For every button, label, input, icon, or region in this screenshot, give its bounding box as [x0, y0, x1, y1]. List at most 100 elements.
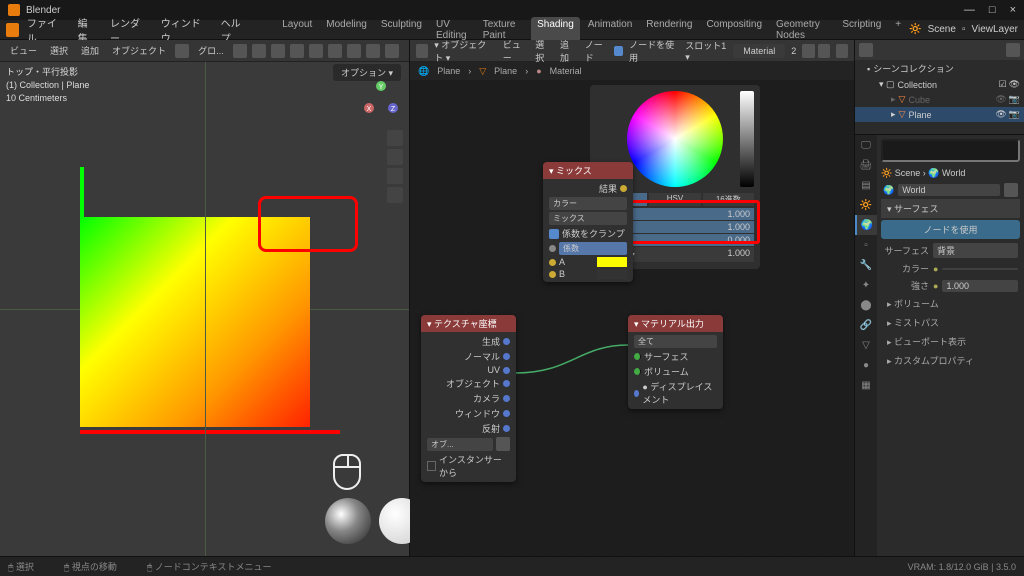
socket-uv[interactable]	[503, 367, 510, 374]
ptab-scene[interactable]: 🔆	[855, 195, 877, 215]
world-datablock[interactable]: World	[898, 184, 1000, 196]
sh-menu-node[interactable]: ノード	[582, 37, 612, 65]
use-nodes-check[interactable]	[614, 46, 623, 56]
mix-color-field[interactable]: カラー	[549, 197, 627, 210]
outliner-icon[interactable]	[859, 43, 873, 57]
sh-type[interactable]: ▾ オブジェクト ▾	[431, 37, 496, 65]
vp-proportional-icon[interactable]	[252, 44, 266, 58]
world-strength[interactable]: 1.000	[942, 280, 1018, 292]
outl-scene-coll[interactable]: ▪ シーンコレクション	[855, 60, 1024, 77]
surface-shader[interactable]: 背景	[933, 243, 1018, 258]
viewlayer-name[interactable]: ViewLayer	[971, 24, 1018, 35]
ptab-constraint[interactable]: 🔗	[855, 315, 877, 335]
vp-options-button[interactable]: オプション ▾	[333, 64, 401, 81]
vp-shading-wire-icon[interactable]	[328, 44, 342, 58]
preview-sphere-hdri[interactable]	[325, 498, 371, 544]
vp-menu-view[interactable]: ビュー	[6, 43, 41, 58]
bc-material[interactable]: Material	[550, 66, 582, 76]
sh-menu-add[interactable]: 追加	[557, 37, 579, 65]
socket-volume[interactable]	[634, 368, 641, 375]
tab-sculpting[interactable]: Sculpting	[375, 17, 428, 43]
ptab-object[interactable]: ▫	[855, 235, 877, 255]
material-name[interactable]: Material	[733, 44, 785, 58]
tab-hex[interactable]: 16進数	[703, 193, 754, 206]
swatch-a[interactable]	[597, 257, 627, 267]
bc-plane-a[interactable]: Plane	[437, 66, 460, 76]
panel-volume[interactable]: ボリューム	[881, 294, 1020, 313]
pin-icon[interactable]	[836, 44, 848, 58]
clamp-check[interactable]	[549, 229, 559, 239]
tab-geo[interactable]: Geometry Nodes	[770, 17, 834, 43]
filter-icon[interactable]	[1006, 43, 1020, 57]
tab-hsv[interactable]: HSV	[649, 193, 700, 206]
outl-plane[interactable]: ▸ ▽ Plane👁📷	[855, 107, 1024, 122]
instancer-check[interactable]	[427, 461, 436, 471]
mat-unlink-icon[interactable]	[818, 44, 830, 58]
texcoord-obj-field[interactable]: オブ...	[427, 438, 493, 451]
socket-a[interactable]	[549, 259, 556, 266]
socket-displacement[interactable]	[634, 390, 639, 397]
vp-menu-add[interactable]: 追加	[77, 43, 103, 58]
scene-name[interactable]: Scene	[928, 24, 956, 35]
texcoord-header[interactable]: ▾ テクスチャ座標	[421, 315, 516, 332]
zoom-icon[interactable]	[387, 130, 403, 146]
vp-gizmo-icon[interactable]	[271, 44, 285, 58]
slot-select[interactable]: スロット1 ▾	[682, 38, 730, 64]
props-search[interactable]	[881, 139, 1020, 162]
window-minimize[interactable]: —	[964, 4, 975, 16]
socket-object[interactable]	[503, 380, 510, 387]
mix-header[interactable]: ▾ ミックス	[543, 162, 633, 179]
node-material-output[interactable]: ▾ マテリアル出力 全て サーフェス ボリューム ● ディスプレイスメント	[628, 315, 723, 409]
material-users[interactable]: 2	[788, 45, 799, 57]
vp-shading-solid-icon[interactable]	[347, 44, 361, 58]
panel-surface[interactable]: ▾ サーフェス	[881, 199, 1020, 218]
ptab-modifier[interactable]: 🔧	[855, 255, 877, 275]
tab-layout[interactable]: Layout	[276, 17, 318, 43]
outl-cube[interactable]: ▸ ▽ Cube👁📷	[855, 92, 1024, 107]
mix-mode-field[interactable]: ミックス	[549, 212, 627, 225]
eyedropper-icon[interactable]	[496, 437, 510, 451]
window-maximize[interactable]: □	[989, 4, 996, 16]
camera-icon[interactable]	[387, 168, 403, 184]
ptab-texture[interactable]: ▦	[855, 375, 877, 395]
vp-shading-material-icon[interactable]	[366, 44, 380, 58]
sh-menu-select[interactable]: 選択	[532, 37, 554, 65]
tab-scripting[interactable]: Scripting	[836, 17, 887, 43]
tab-add-workspace[interactable]: +	[889, 17, 907, 43]
socket-camera[interactable]	[503, 395, 510, 402]
ptab-world[interactable]: 🌍	[855, 215, 877, 235]
vp-orientation[interactable]: グロ...	[194, 43, 228, 58]
pan-icon[interactable]	[387, 149, 403, 165]
node-mix[interactable]: ▾ ミックス 結果 カラー ミックス 係数をクランプ 係数 A B	[543, 162, 633, 282]
node-editor[interactable]: RGB HSV 16進数 R1.000 G1.000 B0.000 アルファ1.…	[410, 80, 854, 556]
panel-mist[interactable]: ミストパス	[881, 313, 1020, 332]
value-slider[interactable]	[740, 91, 754, 187]
socket-window[interactable]	[503, 410, 510, 417]
window-close[interactable]: ×	[1010, 4, 1016, 16]
vp-menu-object[interactable]: オブジェクト	[108, 43, 170, 58]
nav-gizmo[interactable]: Y X Z	[361, 80, 401, 120]
mat-new-icon[interactable]	[802, 44, 814, 58]
swatch-b[interactable]	[597, 269, 627, 279]
ptab-render[interactable]: 🖵	[855, 135, 877, 155]
ptab-output[interactable]: 🖨	[855, 155, 877, 175]
output-header[interactable]: ▾ マテリアル出力	[628, 315, 723, 332]
tab-modeling[interactable]: Modeling	[320, 17, 373, 43]
ptab-data[interactable]: ▽	[855, 335, 877, 355]
use-nodes-button[interactable]: ノードを使用	[881, 220, 1020, 239]
sh-editor-icon[interactable]	[416, 44, 428, 58]
vp-shading-rendered-icon[interactable]	[385, 44, 399, 58]
socket-generated[interactable]	[503, 338, 510, 345]
ptab-material[interactable]: ●	[855, 355, 877, 375]
output-target[interactable]: 全て	[634, 335, 717, 348]
ptab-particles[interactable]: ✦	[855, 275, 877, 295]
socket-surface[interactable]	[634, 353, 641, 360]
socket-b[interactable]	[549, 271, 556, 278]
panel-custom[interactable]: カスタムプロパティ	[881, 351, 1020, 370]
world-new-icon[interactable]	[1004, 183, 1018, 197]
world-color[interactable]	[942, 268, 1018, 270]
socket-fac[interactable]	[549, 245, 556, 252]
panel-viewport[interactable]: ビューポート表示	[881, 332, 1020, 351]
socket-normal[interactable]	[503, 353, 510, 360]
ptab-viewlayer[interactable]: ▤	[855, 175, 877, 195]
